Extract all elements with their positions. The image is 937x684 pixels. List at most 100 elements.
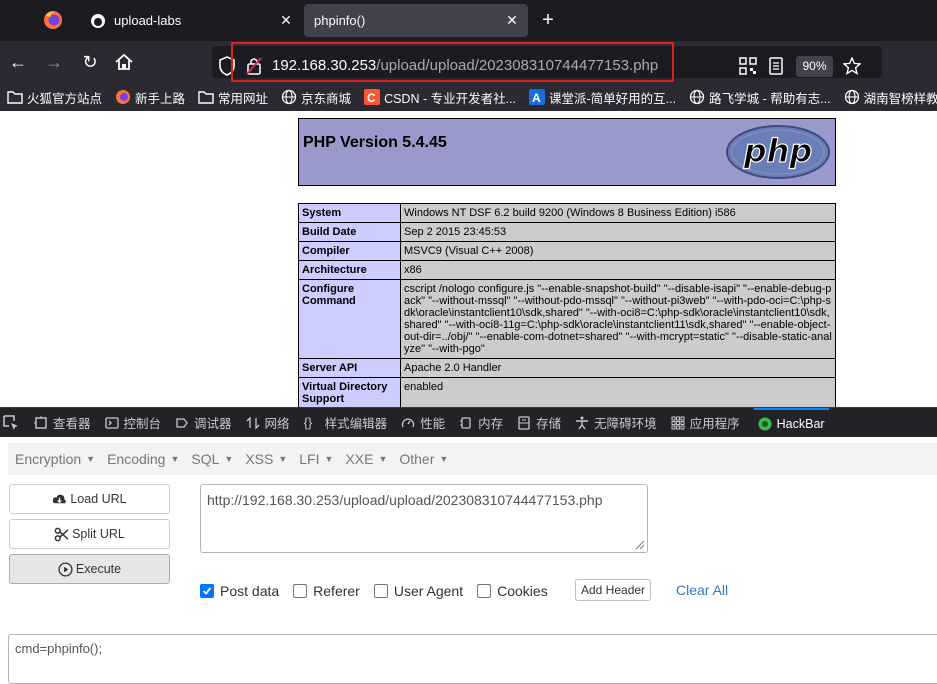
tab-bar: upload-labs ✕ phpinfo() ✕ +: [0, 0, 937, 41]
qr-code-icon[interactable]: [739, 57, 757, 75]
devtools-tab-label: 网络: [264, 417, 290, 431]
row-value: Windows NT DSF 6.2 build 9200 (Windows 8…: [400, 203, 836, 223]
devtools-tab-inspector[interactable]: 查看器: [34, 408, 91, 438]
hackbar-icon: [758, 417, 772, 430]
devtools-tab-label: 无障碍环境: [594, 417, 657, 431]
tab-title: phpinfo(): [314, 13, 366, 28]
url-textarea[interactable]: http://192.168.30.253/upload/upload/2023…: [200, 484, 648, 553]
memory-icon: [460, 416, 471, 429]
bookmark-label: 京东商城: [301, 91, 352, 106]
menu-xss[interactable]: XSS ▼: [245, 451, 287, 467]
clear-all-link[interactable]: Clear All: [676, 582, 728, 598]
devtools-tab-label: 内存: [478, 417, 504, 431]
resize-handle-icon[interactable]: [633, 538, 645, 550]
devtools-tab-label: 调试器: [194, 417, 232, 431]
svg-text:C: C: [367, 91, 376, 105]
bookmark-item[interactable]: 火狐官方站点: [7, 88, 102, 107]
execute-button[interactable]: Execute: [9, 554, 170, 584]
firefox-icon[interactable]: [42, 9, 64, 31]
menu-encryption[interactable]: Encryption ▼: [15, 451, 95, 467]
upload-labs-favicon-icon: [91, 13, 105, 28]
devtools-tab-performance[interactable]: 性能: [401, 408, 445, 438]
menu-encoding[interactable]: Encoding ▼: [107, 451, 179, 467]
devtools-tab-style-editor[interactable]: {} 样式编辑器: [304, 408, 388, 438]
menu-lfi[interactable]: LFI ▼: [299, 451, 333, 467]
button-label: Split URL: [72, 527, 125, 541]
new-tab-button[interactable]: +: [536, 8, 560, 32]
menu-xxe[interactable]: XXE ▼: [345, 451, 387, 467]
performance-icon: [401, 418, 415, 427]
phpinfo-table: System Windows NT DSF 6.2 build 9200 (Win…: [298, 203, 836, 407]
devtools-tab-memory[interactable]: 内存: [459, 408, 503, 438]
row-key: Compiler: [298, 241, 401, 261]
folder-icon: [198, 91, 214, 104]
checkmark-icon: [202, 587, 212, 595]
globe-icon: [281, 89, 297, 105]
post-data-textarea[interactable]: cmd=phpinfo();: [8, 634, 937, 684]
bookmark-item[interactable]: 常用网址: [198, 88, 268, 107]
console-icon: [104, 416, 119, 429]
menu-label: Encoding: [107, 451, 166, 467]
bookmark-item[interactable]: 湖南智榜样教育科: [844, 88, 937, 107]
zoom-level-badge[interactable]: 90%: [796, 56, 833, 77]
devtools-tab-network[interactable]: 网络: [246, 408, 290, 438]
bookmark-item[interactable]: A 课堂派-简单好用的互...: [529, 88, 676, 107]
menu-label: Other: [399, 451, 435, 467]
bookmark-item[interactable]: 新手上路: [115, 88, 185, 107]
devtools-tab-hackbar[interactable]: HackBar: [753, 407, 829, 438]
devtools-tab-label: 应用程序: [689, 417, 740, 431]
devtools-toolbar: 查看器 控制台 调试器 网络 {} 样式编辑器 性能 内存 存储 无障碍环境 应…: [0, 407, 937, 437]
table-row: Build Date Sep 2 2015 23:45:53: [298, 222, 836, 242]
row-key: Architecture: [298, 260, 401, 280]
element-picker-icon[interactable]: [2, 414, 20, 432]
php-logo: php: [726, 125, 830, 179]
devtools-tab-debugger[interactable]: 调试器: [175, 408, 232, 438]
svg-text:A: A: [532, 91, 541, 105]
table-row: Server API Apache 2.0 Handler: [298, 358, 836, 378]
row-key: Virtual Directory Support: [298, 377, 401, 407]
row-value: Apache 2.0 Handler: [400, 358, 836, 378]
caret-down-icon: ▼: [439, 454, 449, 464]
menu-other[interactable]: Other ▼: [399, 451, 448, 467]
table-row: Virtual Directory Support enabled: [298, 377, 836, 407]
bookmark-label: 路飞学城 - 帮助有志...: [709, 91, 831, 106]
bookmark-item[interactable]: C CSDN - 专业开发者社...: [364, 88, 516, 107]
user-agent-checkbox[interactable]: [373, 584, 388, 598]
bookmark-star-icon[interactable]: [843, 57, 861, 75]
menu-sql[interactable]: SQL ▼: [191, 451, 233, 467]
application-grid-icon: [671, 416, 685, 429]
reload-icon[interactable]: ↻: [78, 50, 102, 74]
close-tab-icon[interactable]: ✕: [274, 12, 298, 29]
cloud-download-icon: [53, 494, 67, 503]
devtools-tab-accessibility[interactable]: 无障碍环境: [575, 408, 657, 438]
devtools-tab-application[interactable]: 应用程序: [671, 408, 740, 438]
csdn-icon: C: [364, 89, 381, 105]
devtools-tab-label: 存储: [536, 417, 562, 431]
forward-icon[interactable]: →: [42, 50, 66, 74]
devtools-tab-console[interactable]: 控制台: [104, 408, 161, 438]
storage-icon: [518, 415, 530, 430]
page-content: PHP Version 5.4.45 php System Windows NT …: [0, 111, 937, 407]
close-tab-icon[interactable]: ✕: [500, 12, 524, 29]
cookies-checkbox[interactable]: [477, 584, 492, 598]
devtools-tab-storage[interactable]: 存储: [517, 408, 561, 438]
tab-phpinfo[interactable]: phpinfo() ✕: [304, 4, 528, 37]
split-url-button[interactable]: Split URL: [9, 519, 170, 549]
menu-label: LFI: [299, 451, 320, 467]
tab-upload-labs[interactable]: upload-labs ✕: [82, 4, 302, 37]
home-icon[interactable]: [114, 53, 134, 71]
reader-view-icon[interactable]: [767, 57, 785, 75]
post-data-checkbox[interactable]: [200, 584, 214, 598]
bookmark-item[interactable]: 京东商城: [281, 88, 351, 107]
add-header-button[interactable]: Add Header: [575, 579, 652, 601]
row-key: System: [298, 203, 401, 223]
php-logo-text: php: [743, 132, 813, 170]
back-icon[interactable]: ←: [6, 50, 30, 74]
devtools-tab-label: 查看器: [53, 417, 91, 431]
hackbar-panel: Encryption ▼ Encoding ▼ SQL ▼ XSS ▼ LFI ▼ XXE…: [0, 437, 937, 684]
bookmark-label: 新手上路: [135, 91, 186, 106]
bookmark-item[interactable]: 路飞学城 - 帮助有志...: [689, 88, 831, 107]
referer-checkbox[interactable]: [293, 584, 308, 598]
load-url-button[interactable]: Load URL: [9, 484, 170, 514]
caret-down-icon: ▼: [224, 454, 234, 464]
